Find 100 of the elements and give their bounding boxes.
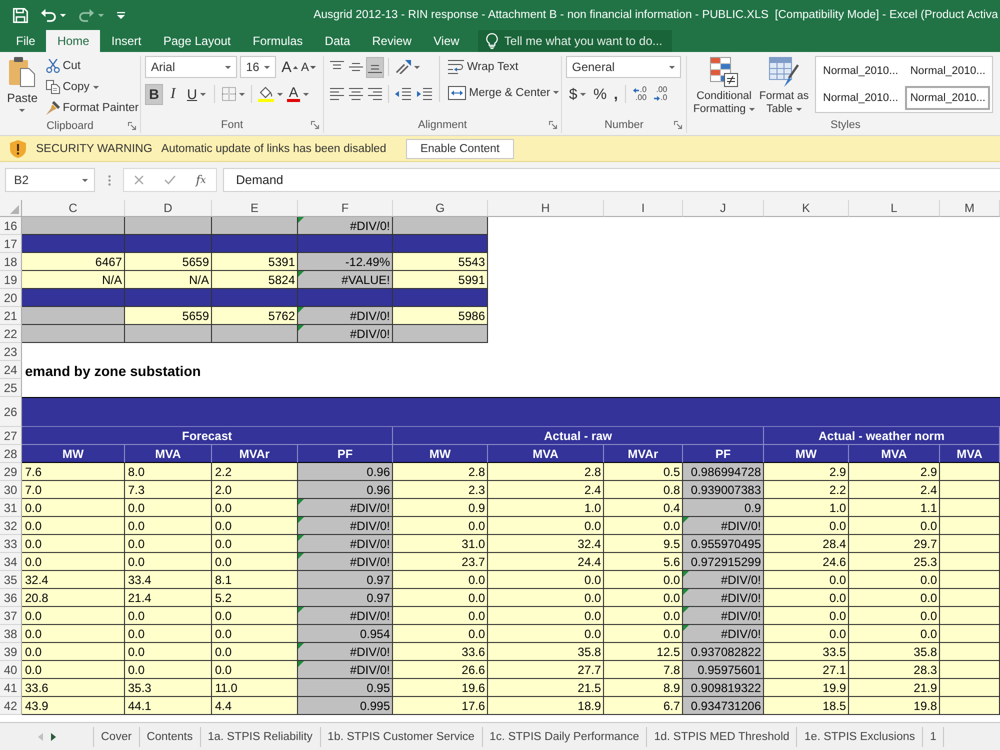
copy-button[interactable]: Copy <box>42 77 102 97</box>
comma-style-button[interactable]: , <box>610 84 621 104</box>
row-number[interactable]: 25 <box>0 379 22 397</box>
row-number[interactable]: 23 <box>0 343 22 361</box>
row-number[interactable]: 32 <box>0 517 22 535</box>
font-size-field[interactable]: 16 <box>240 56 276 78</box>
row-number[interactable]: 35 <box>0 571 22 589</box>
row-number[interactable]: 22 <box>0 325 22 343</box>
tell-me-field[interactable]: Tell me what you want to do... <box>478 30 672 52</box>
dialog-launcher-icon[interactable] <box>674 121 682 129</box>
conditional-formatting-button[interactable]: Conditional Formatting <box>691 56 757 116</box>
column-group-header: Actual - raw <box>393 427 764 445</box>
row-number[interactable]: 21 <box>0 307 22 325</box>
ribbon-tab[interactable]: File <box>5 30 46 52</box>
sheet-cell: 24.4 <box>488 553 604 571</box>
ribbon-tab[interactable]: Insert <box>100 30 152 52</box>
row-number[interactable]: 41 <box>0 679 22 697</box>
column-letter[interactable]: K <box>764 200 849 217</box>
column-letter[interactable]: J <box>683 200 764 217</box>
sheet-tab[interactable]: 1b. STPIS Customer Service <box>320 726 483 746</box>
sheet-tab[interactable]: 1c. STPIS Daily Performance <box>482 726 648 746</box>
underline-button[interactable]: U <box>183 84 210 104</box>
grow-font-button[interactable]: A <box>280 56 299 78</box>
sheet-cell: 2.2 <box>212 463 298 481</box>
row-number[interactable]: 18 <box>0 253 22 271</box>
italic-button[interactable]: I <box>164 84 182 104</box>
column-letter[interactable]: L <box>849 200 940 217</box>
cell-style-option[interactable]: Normal_2010... <box>905 59 990 83</box>
caret-icon <box>82 178 88 182</box>
sheet-cell: 0.0 <box>125 499 212 517</box>
row-number[interactable]: 26 <box>0 397 22 427</box>
row-number[interactable]: 30 <box>0 481 22 499</box>
ribbon-tab[interactable]: Page Layout <box>152 30 242 52</box>
bold-button[interactable]: B <box>145 84 163 104</box>
cell-style-option[interactable]: Normal_2010... <box>818 59 904 83</box>
dialog-launcher-icon[interactable] <box>128 122 136 130</box>
caret-icon <box>60 14 66 16</box>
row-number[interactable]: 37 <box>0 607 22 625</box>
ribbon-tab[interactable]: Formulas <box>242 30 314 52</box>
sheet-tab[interactable]: 1d. STPIS MED Threshold <box>647 726 798 746</box>
ribbon-tab[interactable]: View <box>422 30 470 52</box>
row-number[interactable]: 31 <box>0 499 22 517</box>
cut-button[interactable]: Cut <box>42 56 84 76</box>
row-number[interactable]: 36 <box>0 589 22 607</box>
column-letter[interactable]: D <box>125 200 212 217</box>
number-format-field[interactable]: General <box>566 56 681 78</box>
font-color-button[interactable]: A <box>285 84 311 104</box>
row-number[interactable]: 27 <box>0 427 22 445</box>
paste-button[interactable]: Paste <box>4 56 41 112</box>
merge-center-button[interactable]: Merge & Center <box>445 82 562 103</box>
ribbon-tab[interactable]: Data <box>314 30 362 52</box>
sheet-cell: 0.0 <box>393 571 488 589</box>
sheet-tab[interactable]: 1e. STPIS Exclusions <box>797 726 923 746</box>
sheet-tab[interactable]: Cover <box>94 726 140 746</box>
align-bottom-button[interactable] <box>366 56 384 78</box>
row-number[interactable]: 19 <box>0 271 22 289</box>
currency-button[interactable]: $ <box>566 84 590 104</box>
row-number[interactable]: 20 <box>0 289 22 307</box>
enable-content-button[interactable]: Enable Content <box>406 138 514 158</box>
cell-style-option[interactable]: Normal_2010... <box>905 86 990 110</box>
ribbon-tab[interactable]: Home <box>46 30 100 52</box>
row-number[interactable]: 34 <box>0 553 22 571</box>
decrease-decimal-button[interactable]: .00 .0 <box>650 84 670 104</box>
dialog-launcher-icon[interactable] <box>311 121 319 129</box>
ribbon-tab[interactable]: Review <box>361 30 422 52</box>
scroll-right-icon[interactable] <box>51 732 56 740</box>
shrink-font-button[interactable]: A <box>300 56 317 78</box>
wrap-text-button[interactable]: Wrap Text <box>445 56 522 77</box>
column-letter[interactable]: F <box>298 200 393 217</box>
dialog-launcher-icon[interactable] <box>549 121 557 129</box>
row-number[interactable]: 40 <box>0 661 22 679</box>
format-as-table-button[interactable]: Format as Table <box>757 56 811 116</box>
column-letter[interactable]: C <box>22 200 125 217</box>
sheet-cell: 2.0 <box>212 481 298 499</box>
sheet-cell: 7.6 <box>22 463 125 481</box>
row-number[interactable]: 17 <box>0 235 22 253</box>
row-number[interactable]: 42 <box>0 697 22 715</box>
cell-style-option[interactable]: Normal_2010... <box>818 86 904 110</box>
row-number[interactable]: 33 <box>0 535 22 553</box>
format-painter-button[interactable]: Format Painter <box>42 98 142 118</box>
increase-decimal-button[interactable]: .0 .00 <box>630 84 650 104</box>
row-number[interactable]: 39 <box>0 643 22 661</box>
row-number[interactable]: 29 <box>0 463 22 481</box>
name-box[interactable]: B2 <box>5 168 95 192</box>
column-letter[interactable]: M <box>940 200 1000 217</box>
formula-field[interactable]: Demand <box>223 168 1000 192</box>
row-number[interactable]: 38 <box>0 625 22 643</box>
row-number[interactable]: 24 <box>0 361 22 379</box>
column-letter[interactable]: G <box>393 200 488 217</box>
sheet-tab[interactable]: Contents <box>140 726 201 746</box>
sheet-tab[interactable]: 1a. STPIS Reliability <box>200 726 321 746</box>
percent-button[interactable]: % <box>590 84 610 104</box>
column-letter[interactable]: H <box>488 200 604 217</box>
sheet-cell: 0.95975601 <box>683 661 764 679</box>
row-number[interactable]: 28 <box>0 445 22 463</box>
column-letter[interactable]: E <box>212 200 298 217</box>
row-number[interactable]: 16 <box>0 217 22 235</box>
sheet-tab[interactable]: 1 <box>922 726 944 746</box>
font-name-field[interactable]: Arial <box>145 56 237 78</box>
column-letter[interactable]: I <box>604 200 683 217</box>
